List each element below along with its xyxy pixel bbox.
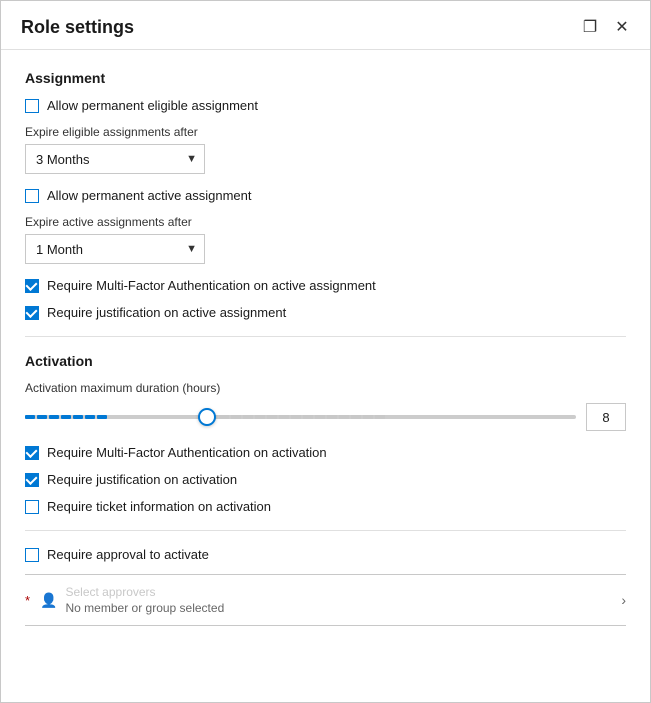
- section-divider: [25, 336, 626, 337]
- dialog-content: Assignment Allow permanent eligible assi…: [1, 50, 650, 702]
- eseg7: [279, 415, 289, 419]
- slider-value: 8: [602, 410, 609, 425]
- justification-active-row: Require justification on active assignme…: [25, 305, 626, 320]
- permanent-active-label[interactable]: Allow permanent active assignment: [47, 188, 252, 203]
- slider-track: [25, 415, 576, 419]
- eseg3: [231, 415, 241, 419]
- approvers-text-block: Select approvers No member or group sele…: [66, 585, 225, 615]
- mfa-activation-row: Require Multi-Factor Authentication on a…: [25, 445, 626, 460]
- select-approvers-label: Select approvers: [66, 585, 225, 599]
- justification-active-label[interactable]: Require justification on active assignme…: [47, 305, 286, 320]
- expire-active-group: Expire active assignments after 1 Month …: [25, 215, 626, 264]
- slider-thumb-icon[interactable]: [198, 408, 216, 426]
- seg2: [37, 415, 47, 419]
- role-settings-dialog: Role settings ❐ ✕ Assignment Allow perma…: [0, 0, 651, 703]
- activation-header: Activation: [25, 353, 626, 369]
- eseg5: [255, 415, 265, 419]
- ticket-activation-row: Require ticket information on activation: [25, 499, 626, 514]
- required-star: *: [25, 593, 30, 608]
- mfa-activation-label[interactable]: Require Multi-Factor Authentication on a…: [47, 445, 327, 460]
- eseg15: [375, 415, 385, 419]
- permanent-eligible-label[interactable]: Allow permanent eligible assignment: [47, 98, 258, 113]
- duration-slider-section: Activation maximum duration (hours): [25, 381, 626, 431]
- permanent-active-checkbox[interactable]: [25, 189, 39, 203]
- ticket-activation-checkbox[interactable]: [25, 500, 39, 514]
- seg1: [25, 415, 35, 419]
- slider-row: 8: [25, 403, 626, 431]
- eseg9: [303, 415, 313, 419]
- permanent-eligible-row: Allow permanent eligible assignment: [25, 98, 626, 113]
- title-bar-controls: ❐ ✕: [578, 15, 634, 39]
- approvers-left: * 👤 Select approvers No member or group …: [25, 585, 224, 615]
- expire-eligible-label: Expire eligible assignments after: [25, 125, 626, 139]
- eseg12: [339, 415, 349, 419]
- dialog-title: Role settings: [21, 17, 134, 38]
- justification-activation-row: Require justification on activation: [25, 472, 626, 487]
- duration-label: Activation maximum duration (hours): [25, 381, 626, 395]
- people-icon: 👤: [40, 592, 57, 609]
- restore-button[interactable]: ❐: [578, 15, 602, 39]
- eseg8: [291, 415, 301, 419]
- eseg14: [363, 415, 373, 419]
- expire-active-select-wrapper: 1 Month 3 Months 6 Months 1 Year Custom …: [25, 234, 205, 264]
- mfa-active-label[interactable]: Require Multi-Factor Authentication on a…: [47, 278, 376, 293]
- eseg6: [267, 415, 277, 419]
- require-approval-label[interactable]: Require approval to activate: [47, 547, 209, 562]
- justification-active-checkbox[interactable]: [25, 306, 39, 320]
- activation-section: Activation Activation maximum duration (…: [25, 353, 626, 626]
- eseg10: [315, 415, 325, 419]
- assignment-header: Assignment: [25, 70, 626, 86]
- seg7: [97, 415, 107, 419]
- mfa-activation-checkbox[interactable]: [25, 446, 39, 460]
- seg6: [85, 415, 95, 419]
- require-approval-checkbox[interactable]: [25, 548, 39, 562]
- mid-divider: [25, 530, 626, 531]
- permanent-active-row: Allow permanent active assignment: [25, 188, 626, 203]
- expire-active-select[interactable]: 1 Month 3 Months 6 Months 1 Year Custom: [25, 234, 205, 264]
- require-approval-row: Require approval to activate: [25, 547, 626, 562]
- expire-eligible-group: Expire eligible assignments after 3 Mont…: [25, 125, 626, 174]
- eseg13: [351, 415, 361, 419]
- expire-active-label: Expire active assignments after: [25, 215, 626, 229]
- close-button[interactable]: ✕: [610, 15, 634, 39]
- eseg11: [327, 415, 337, 419]
- ticket-activation-label[interactable]: Require ticket information on activation: [47, 499, 271, 514]
- approvers-chevron-right-icon: ›: [621, 592, 626, 608]
- slider-track-wrapper[interactable]: [25, 407, 576, 427]
- slider-empty-segments: [207, 415, 576, 419]
- slider-filled-segments: [25, 415, 207, 419]
- expire-eligible-select[interactable]: 3 Months 1 Month 6 Months 1 Year Custom: [25, 144, 205, 174]
- eseg2: [219, 415, 229, 419]
- expire-eligible-select-wrapper: 3 Months 1 Month 6 Months 1 Year Custom …: [25, 144, 205, 174]
- mfa-active-checkbox[interactable]: [25, 279, 39, 293]
- seg3: [49, 415, 59, 419]
- seg5: [73, 415, 83, 419]
- slider-value-box: 8: [586, 403, 626, 431]
- eseg4: [243, 415, 253, 419]
- title-bar: Role settings ❐ ✕: [1, 1, 650, 50]
- justification-activation-label[interactable]: Require justification on activation: [47, 472, 237, 487]
- assignment-section: Assignment Allow permanent eligible assi…: [25, 70, 626, 320]
- mfa-active-row: Require Multi-Factor Authentication on a…: [25, 278, 626, 293]
- approvers-row[interactable]: * 👤 Select approvers No member or group …: [25, 585, 626, 615]
- justification-activation-checkbox[interactable]: [25, 473, 39, 487]
- approvers-section: * 👤 Select approvers No member or group …: [25, 574, 626, 626]
- approvers-sub-label: No member or group selected: [66, 601, 225, 615]
- permanent-eligible-checkbox[interactable]: [25, 99, 39, 113]
- seg4: [61, 415, 71, 419]
